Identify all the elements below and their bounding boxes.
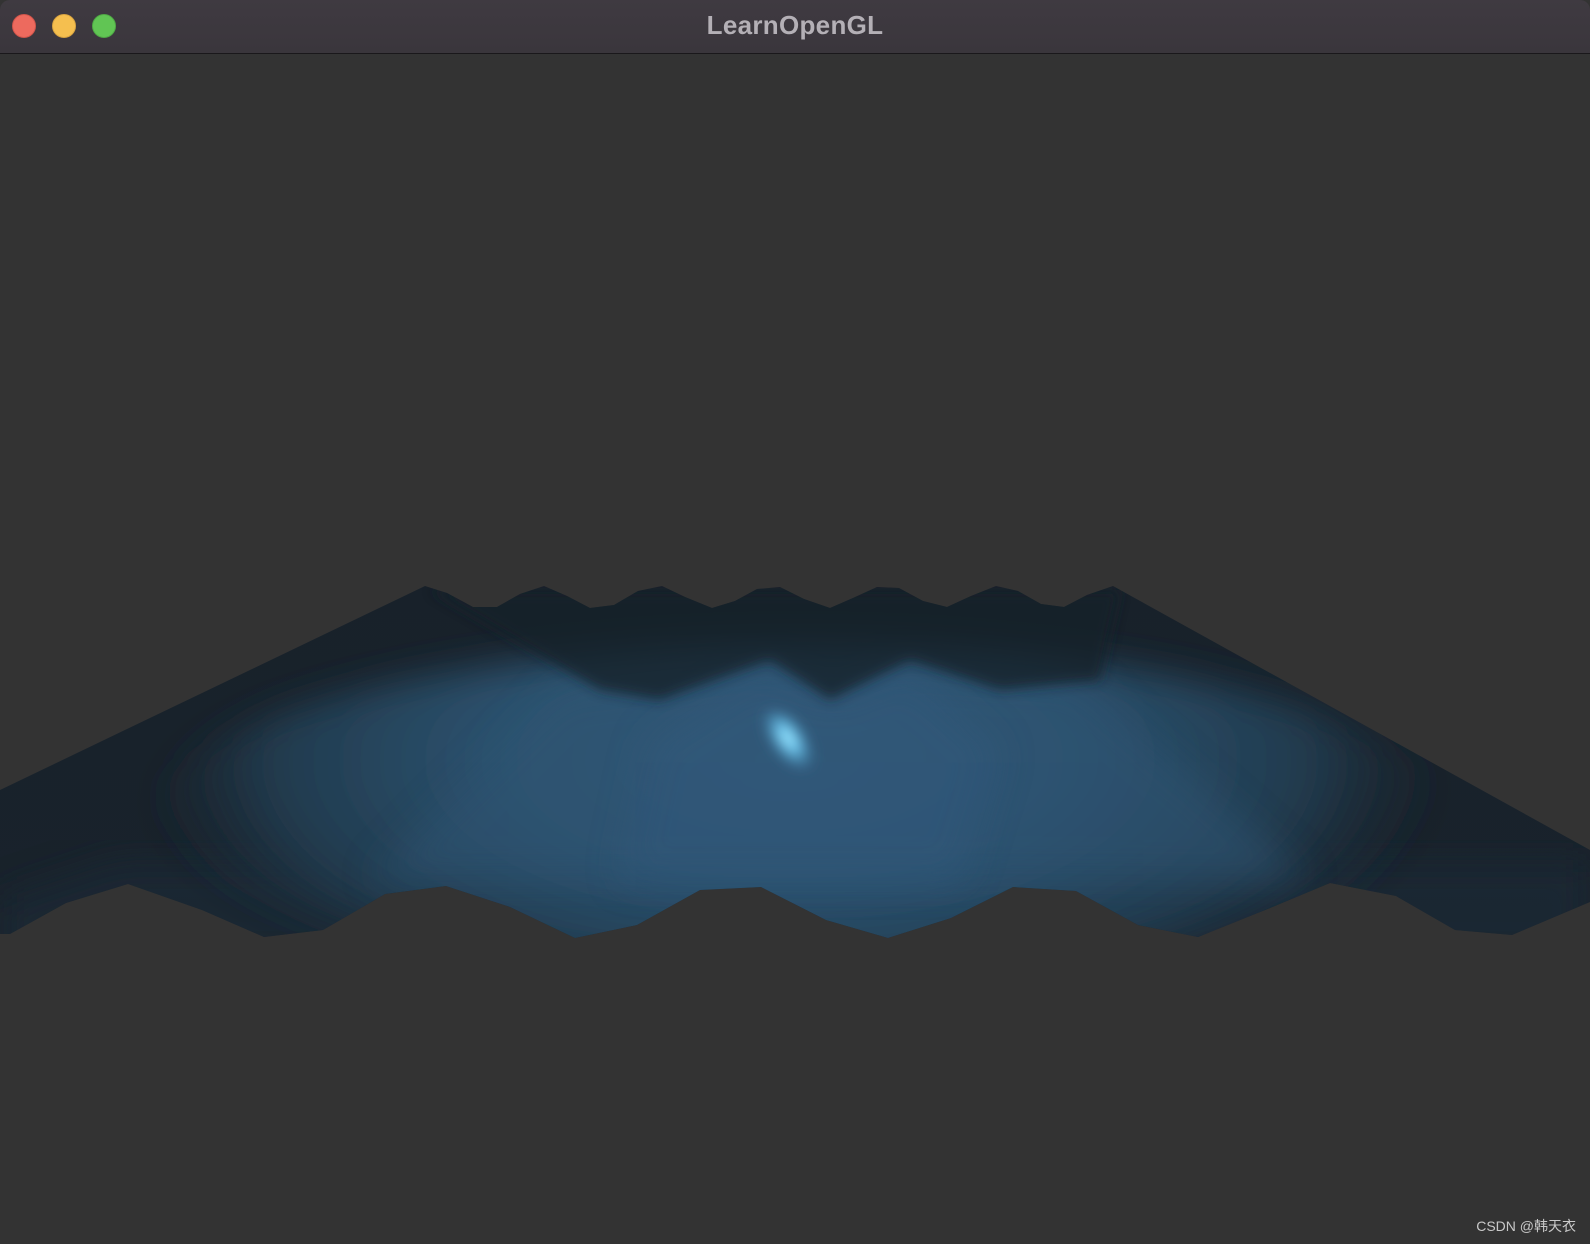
rendered-scene	[0, 586, 1590, 938]
app-window: LearnOpenGL CSDN @韩天衣	[0, 0, 1590, 1244]
title-bar[interactable]: LearnOpenGL	[0, 0, 1590, 54]
opengl-viewport[interactable]: CSDN @韩天衣	[0, 54, 1590, 1244]
watermark-text: CSDN @韩天衣	[1476, 1218, 1576, 1234]
window-title: LearnOpenGL	[706, 10, 884, 40]
terrain-mesh	[0, 586, 1590, 938]
